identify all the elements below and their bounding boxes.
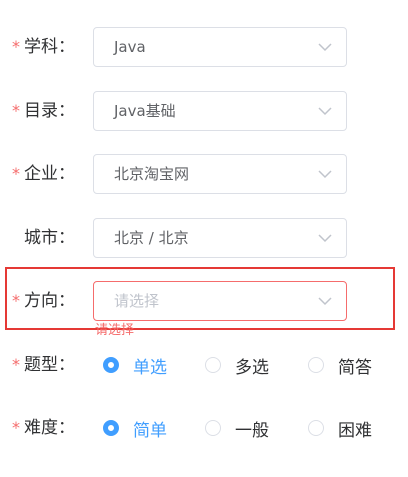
form-item-subject: * 学科： Java: [0, 27, 408, 67]
radio-label: 简单: [133, 420, 167, 441]
radio-label: 困难: [338, 420, 372, 441]
city-cascader-value: 北京 / 北京: [114, 229, 189, 247]
radio-hard[interactable]: 困难: [308, 408, 372, 448]
form-item-question-type: * 题型： 单选 多选 简答: [0, 345, 408, 385]
city-label-text: 城市：: [24, 228, 75, 248]
catalog-select-value: Java基础: [114, 102, 176, 120]
radio-single-choice[interactable]: 单选: [103, 345, 167, 385]
difficulty-label-text: 难度：: [24, 418, 75, 438]
chevron-down-icon: [318, 107, 332, 116]
company-select[interactable]: 北京淘宝网: [93, 154, 347, 194]
radio-unchecked-icon: [205, 420, 221, 436]
required-mark: *: [12, 418, 20, 437]
required-mark: *: [12, 37, 20, 56]
form-item-company: * 企业： 北京淘宝网: [0, 154, 408, 194]
form-item-city: *城市： 北京 / 北京: [0, 218, 408, 258]
radio-multiple-choice[interactable]: 多选: [205, 345, 269, 385]
chevron-down-icon: [318, 43, 332, 52]
required-mark: *: [12, 101, 20, 120]
chevron-down-icon: [318, 297, 332, 306]
subject-label: * 学科：: [12, 27, 75, 67]
radio-unchecked-icon: [205, 357, 221, 373]
form-item-catalog: * 目录： Java基础: [0, 91, 408, 131]
company-label-text: 企业：: [24, 164, 75, 184]
city-cascader[interactable]: 北京 / 北京: [93, 218, 347, 258]
radio-checked-icon: [103, 357, 119, 373]
chevron-down-icon: [318, 170, 332, 179]
radio-label: 多选: [235, 357, 269, 378]
question-type-label-text: 题型：: [24, 355, 75, 375]
radio-label: 简答: [338, 357, 372, 378]
radio-medium[interactable]: 一般: [205, 408, 269, 448]
company-label: * 企业：: [12, 154, 75, 194]
subject-select-value: Java: [114, 38, 146, 56]
catalog-label: * 目录：: [12, 91, 75, 131]
radio-checked-icon: [103, 420, 119, 436]
company-select-value: 北京淘宝网: [114, 165, 190, 183]
question-type-label: * 题型：: [12, 345, 75, 385]
radio-short-answer[interactable]: 简答: [308, 345, 372, 385]
difficulty-label: * 难度：: [12, 408, 75, 448]
required-mark: *: [12, 355, 20, 374]
direction-select-placeholder: 请选择: [114, 292, 160, 310]
required-mark: *: [12, 291, 20, 310]
radio-label: 一般: [235, 420, 269, 441]
city-label: *城市：: [12, 218, 75, 258]
subject-label-text: 学科：: [24, 37, 75, 57]
chevron-down-icon: [318, 234, 332, 243]
radio-easy[interactable]: 简单: [103, 408, 167, 448]
radio-label: 单选: [133, 357, 167, 378]
required-mark: *: [12, 164, 20, 183]
form-item-difficulty: * 难度： 简单 一般 困难: [0, 408, 408, 448]
catalog-label-text: 目录：: [24, 101, 75, 121]
subject-select[interactable]: Java: [93, 27, 347, 67]
form-item-direction: * 方向： 请选择: [0, 281, 408, 321]
direction-label-text: 方向：: [24, 291, 75, 311]
direction-error-message: 请选择: [95, 323, 135, 338]
radio-unchecked-icon: [308, 357, 324, 373]
radio-unchecked-icon: [308, 420, 324, 436]
catalog-select[interactable]: Java基础: [93, 91, 347, 131]
direction-select[interactable]: 请选择: [93, 281, 347, 321]
direction-label: * 方向：: [12, 281, 75, 321]
